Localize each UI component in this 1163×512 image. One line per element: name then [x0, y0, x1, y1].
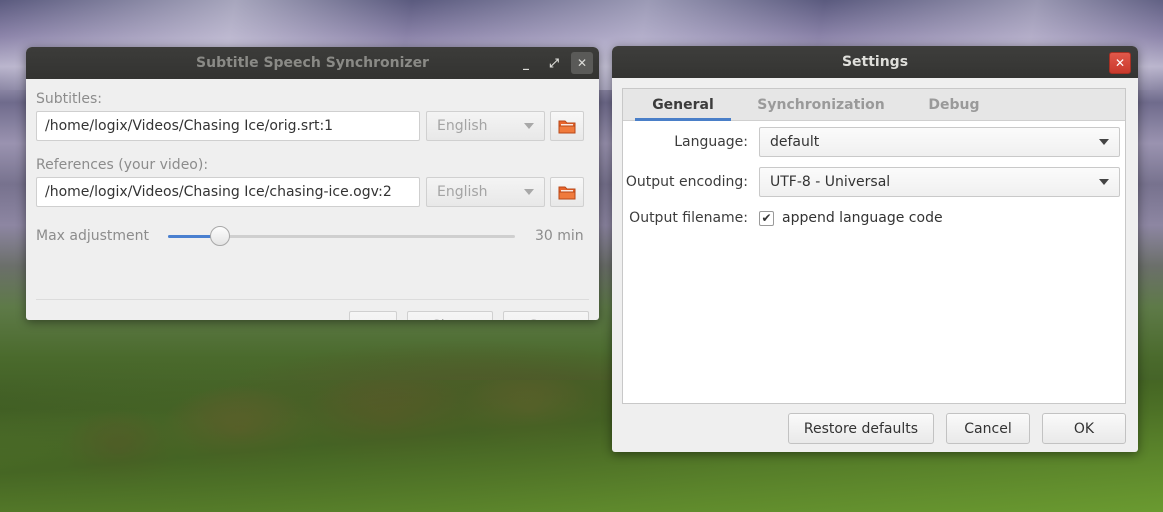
tab-synchronization[interactable]: Synchronization [743, 89, 899, 121]
references-language-select[interactable]: English [426, 177, 545, 207]
subtitles-open-button[interactable] [550, 111, 584, 141]
divider [36, 299, 589, 300]
language-value: default [770, 134, 820, 150]
references-open-button[interactable] [550, 177, 584, 207]
maximize-button[interactable]: ⤢ [543, 52, 565, 74]
settings-window-title: Settings [841, 54, 909, 70]
minimize-button[interactable]: _ [515, 52, 537, 74]
maximize-icon: ⤢ [549, 55, 559, 70]
settings-notebook: General Synchronization Debug Language: … [622, 88, 1126, 404]
slider-handle[interactable] [210, 226, 231, 246]
menu-button[interactable]: ⋮ [349, 311, 397, 320]
output-encoding-label: Output encoding: [625, 174, 748, 190]
checkmark-icon: ✔ [761, 211, 772, 225]
output-encoding-value: UTF-8 - Universal [770, 174, 891, 190]
references-label: References (your video): [36, 157, 209, 173]
max-adjustment-value: 30 min [535, 228, 584, 244]
language-select[interactable]: default [759, 127, 1120, 157]
chevron-down-icon [524, 189, 534, 195]
append-language-code-label: append language code [782, 210, 943, 226]
restore-defaults-button[interactable]: Restore defaults [788, 413, 934, 444]
sync-close-window-button[interactable]: ✕ [571, 52, 593, 74]
max-adjustment-slider[interactable] [168, 226, 515, 246]
subtitles-label: Subtitles: [36, 91, 103, 107]
sync-window: Subtitle Speech Synchronizer _ ⤢ ✕ Subti… [26, 47, 599, 320]
ok-button[interactable]: OK [1042, 413, 1126, 444]
append-language-code-checkbox[interactable]: ✔ [759, 210, 774, 226]
sync-window-title: Subtitle Speech Synchronizer [196, 55, 429, 71]
tab-debug[interactable]: Debug [899, 89, 1009, 121]
references-path-input[interactable]: /home/logix/Videos/Chasing Ice/chasing-i… [36, 177, 420, 207]
chevron-down-icon [1099, 179, 1109, 185]
cancel-button[interactable]: Cancel [946, 413, 1030, 444]
close-icon: ✕ [1114, 56, 1126, 70]
chevron-down-icon [1099, 139, 1109, 145]
folder-icon [558, 120, 576, 134]
settings-titlebar[interactable]: Settings ✕ [612, 46, 1138, 78]
tab-general[interactable]: General [623, 89, 743, 121]
output-encoding-select[interactable]: UTF-8 - Universal [759, 167, 1120, 197]
close-button[interactable]: Close [407, 311, 493, 320]
minimize-icon: _ [523, 56, 529, 70]
output-filename-label: Output filename: [629, 210, 748, 226]
references-language-value: English [437, 184, 488, 200]
append-language-code-toggle[interactable]: ✔ append language code [759, 210, 943, 226]
subtitles-language-select[interactable]: English [426, 111, 545, 141]
close-icon: ✕ [576, 56, 588, 70]
folder-icon [558, 186, 576, 200]
subtitles-path-input[interactable]: /home/logix/Videos/Chasing Ice/orig.srt:… [36, 111, 420, 141]
start-button[interactable]: Start [503, 311, 589, 320]
settings-close-window-button[interactable]: ✕ [1109, 52, 1131, 74]
more-vertical-icon: ⋮ [366, 318, 380, 320]
settings-window: Settings ✕ General Synchronization Debug… [612, 46, 1138, 452]
subtitles-language-value: English [437, 118, 488, 134]
chevron-down-icon [524, 123, 534, 129]
max-adjustment-label: Max adjustment [36, 228, 150, 244]
sync-titlebar[interactable]: Subtitle Speech Synchronizer _ ⤢ ✕ [26, 47, 599, 79]
language-label: Language: [674, 134, 748, 150]
settings-tabs: General Synchronization Debug [623, 89, 1125, 121]
